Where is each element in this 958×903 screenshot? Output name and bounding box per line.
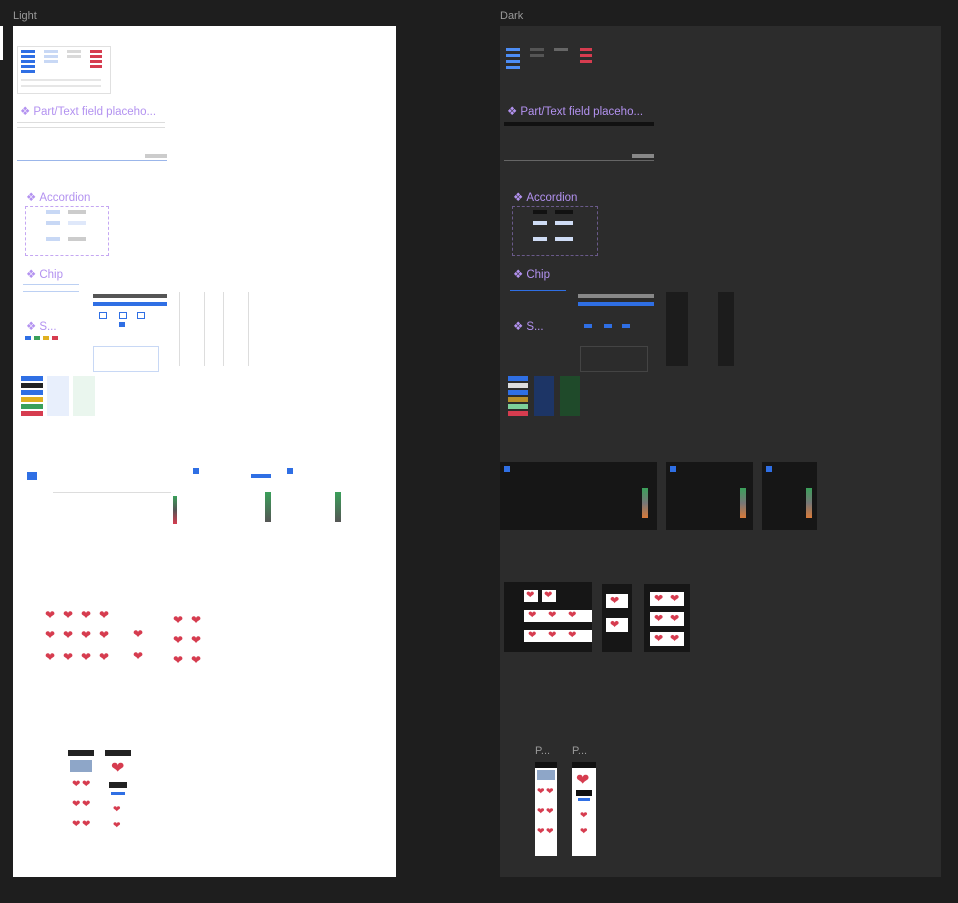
frame-light[interactable]: ❖ Part/Text field placeho... ❖ Accordion ❖…: [13, 26, 396, 877]
component-title-chip-dark[interactable]: ❖ Chip: [513, 267, 550, 281]
frame-dark[interactable]: ❖ Part/Text field placeho... ❖ Accordion ❖…: [500, 26, 941, 877]
frame-label-light[interactable]: Light: [13, 10, 37, 22]
component-title-chip[interactable]: ❖ Chip: [26, 267, 63, 281]
table-screen-2: [191, 466, 275, 532]
accordion-set-dark: [512, 206, 598, 256]
mobile-screen-2: ❤ ❤ ❤: [105, 750, 131, 850]
text-field-row-dark: [504, 122, 654, 126]
chip-row-dark: [510, 284, 566, 291]
list-panel-2-dark: [718, 292, 734, 366]
page-label-2-dark[interactable]: P...: [572, 745, 587, 757]
component-title-text-field-placeholder-dark[interactable]: ❖ Part/Text field placeho...: [507, 104, 643, 118]
color-button-stack: [21, 376, 95, 418]
color-button-stack-dark: [508, 376, 580, 418]
page-label-1-dark[interactable]: P...: [535, 745, 550, 757]
mobile-screen-1: ❤ ❤ ❤ ❤ ❤ ❤: [68, 750, 94, 850]
button-variant-grid: [17, 46, 111, 94]
text-field-row: [17, 122, 165, 128]
list-panel-1: [179, 292, 205, 366]
card-grid-screen-dark-3: ❤ ❤ ❤ ❤ ❤ ❤: [644, 584, 690, 652]
component-title-accordion-dark[interactable]: ❖ Accordion: [513, 190, 577, 204]
card-grid-screen-1: ❤ ❤ ❤ ❤ ❤ ❤ ❤ ❤ ❤ ❤ ❤ ❤: [45, 608, 110, 664]
table-screen-dark-3: [762, 462, 817, 530]
table-screen-1: [23, 466, 177, 538]
component-title-text-field-placeholder[interactable]: ❖ Part/Text field placeho...: [20, 104, 156, 118]
status-chip-row: [25, 336, 61, 340]
table-screen-3: [285, 466, 345, 532]
frame-label-dark[interactable]: Dark: [500, 10, 523, 22]
chip-row: [23, 284, 79, 292]
list-panel-2: [223, 292, 249, 366]
component-title-s-dark[interactable]: ❖ S...: [513, 319, 544, 333]
table-screen-dark-2: [666, 462, 753, 530]
list-panel-1-dark: [666, 292, 688, 366]
mobile-screen-dark-1: ❤ ❤ ❤ ❤ ❤ ❤: [535, 762, 557, 856]
card-grid-screen-dark-2: ❤ ❤: [602, 584, 632, 652]
mobile-screen-dark-2: ❤ ❤ ❤: [572, 762, 596, 856]
text-field-row-2: [17, 154, 167, 161]
table-snippet-dark: [580, 346, 648, 372]
card-grid-screen-dark-1: ❤ ❤ ❤ ❤ ❤ ❤ ❤ ❤: [504, 582, 592, 652]
table-screen-dark-1: [500, 462, 657, 530]
table-snippet: [93, 346, 159, 372]
button-matrix-dark: [578, 294, 654, 334]
component-title-s[interactable]: ❖ S...: [26, 319, 57, 333]
button-matrix: [93, 294, 167, 334]
selection-indicator: [0, 26, 3, 60]
text-field-row-2-dark: [504, 154, 654, 161]
card-grid-screen-2: ❤ ❤: [133, 627, 144, 663]
component-title-accordion[interactable]: ❖ Accordion: [26, 190, 90, 204]
accordion-set: [25, 206, 109, 256]
card-grid-screen-3: ❤ ❤ ❤ ❤ ❤ ❤: [173, 613, 202, 667]
button-variant-grid-dark: [506, 46, 594, 92]
